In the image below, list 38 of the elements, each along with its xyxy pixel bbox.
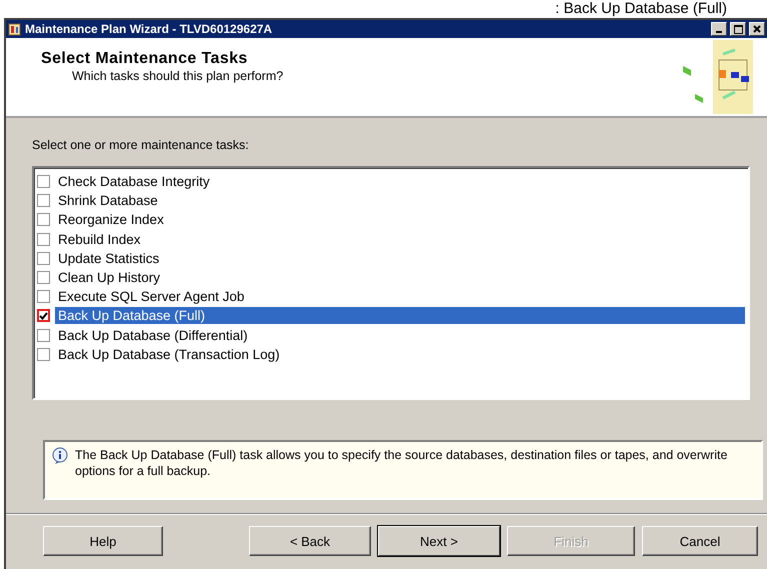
dialog-button[interactable]: Cancel (642, 526, 758, 556)
task-item[interactable]: Execute SQL Server Agent Job (55, 288, 248, 306)
minimize-button[interactable] (711, 22, 727, 36)
close-icon (753, 25, 761, 33)
list-label: Select one or more maintenance tasks: (32, 138, 250, 152)
task-checkbox[interactable] (37, 232, 50, 246)
caption-text: : Back Up Database (Full) (555, 0, 727, 17)
close-button[interactable] (749, 22, 765, 36)
check-icon (39, 312, 48, 320)
task-checkbox[interactable] (37, 194, 50, 208)
description-text: The Back Up Database (Full) task allows you to specify the source databases, destination files or tapes, and overwrite options for a full backup. (75, 447, 728, 480)
wizard-icon (8, 22, 22, 36)
task-checkbox[interactable] (37, 290, 50, 304)
task-checkbox[interactable] (37, 309, 50, 322)
task-item[interactable]: Reorganize Index (55, 211, 167, 228)
task-checkbox[interactable] (37, 252, 50, 265)
info-icon (51, 447, 69, 465)
task-item[interactable]: Back Up Database (Transaction Log) (55, 346, 283, 363)
task-checkbox[interactable] (37, 271, 50, 284)
task-checkbox[interactable] (37, 348, 50, 361)
task-item[interactable]: Back Up Database (Full) (55, 307, 745, 324)
maximize-button[interactable] (730, 22, 746, 36)
task-item[interactable]: Rebuild Index (55, 230, 144, 248)
page-subtitle: Which tasks should this plan perform? (72, 69, 284, 83)
window-title: Maintenance Plan Wizard - TLVD60129627A (25, 22, 274, 36)
task-item[interactable]: Clean Up History (55, 269, 164, 286)
task-item[interactable]: Check Database Integrity (55, 173, 213, 190)
maximize-icon (734, 24, 742, 34)
dialog-button[interactable]: < Back (249, 526, 371, 556)
task-checkbox[interactable] (37, 175, 50, 188)
task-checkbox[interactable] (37, 328, 50, 342)
task-item[interactable]: Update Statistics (55, 250, 162, 267)
task-item[interactable]: Shrink Database (55, 192, 161, 210)
dialog-button[interactable]: Help (43, 526, 163, 556)
page-title: Select Maintenance Tasks (41, 50, 249, 68)
dialog-button[interactable]: Next > (378, 526, 500, 556)
task-item[interactable]: Back Up Database (Differential) (55, 326, 251, 344)
task-checkbox[interactable] (37, 213, 50, 226)
